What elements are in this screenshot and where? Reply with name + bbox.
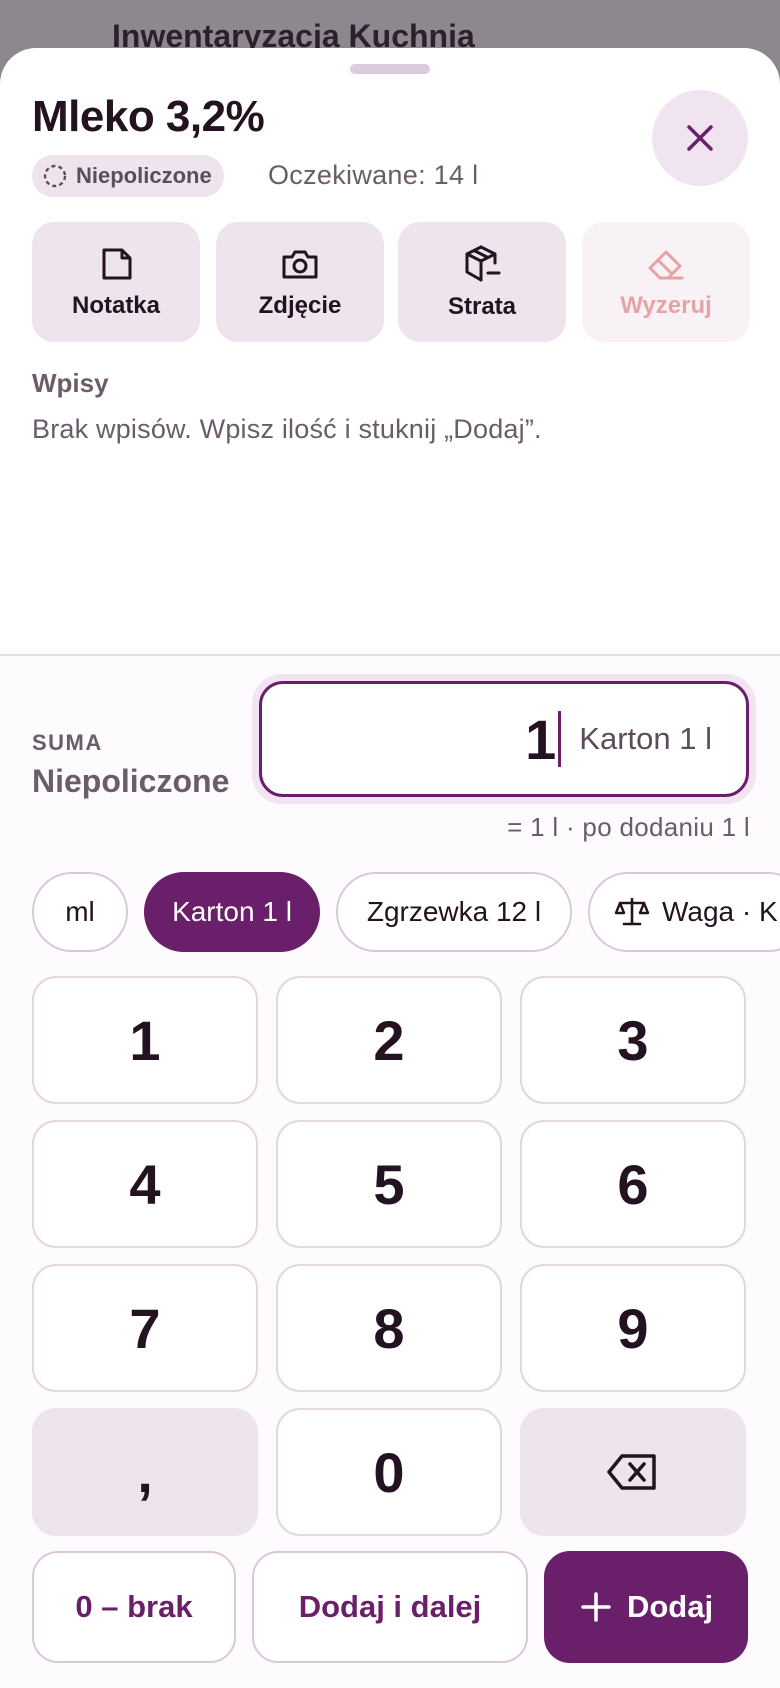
keypad-key-3[interactable]: 3	[520, 976, 746, 1104]
close-button[interactable]	[652, 90, 748, 186]
add-next-button[interactable]: Dodaj i dalej	[252, 1551, 528, 1663]
add-button[interactable]: Dodaj	[544, 1551, 748, 1663]
reset-label: Wyzeruj	[620, 292, 712, 319]
entries-empty-message: Brak wpisów. Wpisz ilość i stuknij „Doda…	[32, 414, 542, 444]
add-label: Dodaj	[626, 1589, 714, 1624]
keypad-key-comma[interactable]: ,	[32, 1408, 258, 1536]
keypad-key-5[interactable]: 5	[276, 1120, 502, 1248]
status-badge: Niepoliczone	[32, 155, 224, 197]
keypad-key-2[interactable]: 2	[276, 976, 502, 1104]
expected-quantity: Oczekiwane: 14 l	[268, 160, 479, 190]
backspace-icon	[607, 1454, 656, 1490]
keypad-key-6[interactable]: 6	[520, 1120, 746, 1248]
sheet-drag-handle[interactable]	[350, 64, 430, 74]
plus-icon	[581, 1592, 611, 1622]
sum-value: Niepoliczone	[32, 763, 230, 799]
unit-chip-label: Waga · K	[662, 896, 778, 927]
keypad-key-9[interactable]: 9	[520, 1264, 746, 1392]
quantity-unit: Karton 1 l	[579, 721, 712, 756]
unit-chip-pack[interactable]: Zgrzewka 12 l	[336, 872, 572, 952]
keypad-key-8[interactable]: 8	[276, 1264, 502, 1392]
unit-chip-label: Zgrzewka 12 l	[366, 896, 542, 927]
camera-icon	[282, 250, 318, 279]
item-title: Mleko 3,2%	[32, 92, 265, 141]
keypad-backspace-button[interactable]	[520, 1408, 746, 1536]
add-next-label: Dodaj i dalej	[298, 1589, 482, 1624]
keypad-key-4[interactable]: 4	[32, 1120, 258, 1248]
dashed-circle-icon	[43, 164, 67, 188]
zero-missing-label: 0 – brak	[75, 1589, 193, 1624]
unit-chip-ml[interactable]: ml	[32, 872, 128, 952]
note-button[interactable]: Notatka	[32, 222, 200, 342]
photo-label: Zdjęcie	[258, 292, 342, 319]
eraser-icon	[648, 250, 684, 280]
loss-label: Strata	[447, 293, 517, 320]
conversion-text: = 1 l · po dodaniu 1 l	[507, 812, 750, 842]
keypad-key-7[interactable]: 7	[32, 1264, 258, 1392]
unit-chip-carton[interactable]: Karton 1 l	[144, 872, 320, 952]
keypad-key-1[interactable]: 1	[32, 976, 258, 1104]
zero-missing-button[interactable]: 0 – brak	[32, 1551, 236, 1663]
status-label: Niepoliczone	[76, 163, 212, 188]
sum-label: SUMA	[32, 730, 103, 755]
keypad-key-0[interactable]: 0	[276, 1408, 502, 1536]
unit-chip-label: ml	[65, 896, 95, 927]
reset-button[interactable]: Wyzeruj	[582, 222, 750, 342]
close-icon	[687, 125, 713, 151]
entries-heading: Wpisy	[32, 368, 109, 398]
unit-chip-scale[interactable]: Waga · K	[588, 872, 780, 952]
note-icon	[102, 248, 132, 280]
unit-chip-label: Karton 1 l	[172, 896, 292, 927]
loss-button[interactable]: Strata	[398, 222, 566, 342]
quantity-value: 1	[525, 707, 557, 771]
photo-button[interactable]: Zdjęcie	[216, 222, 384, 342]
quantity-input[interactable]: 1 Karton 1 l	[259, 681, 749, 797]
note-label: Notatka	[71, 292, 161, 319]
scale-icon	[614, 897, 650, 926]
package-minus-icon	[465, 245, 501, 282]
text-cursor	[558, 711, 562, 767]
